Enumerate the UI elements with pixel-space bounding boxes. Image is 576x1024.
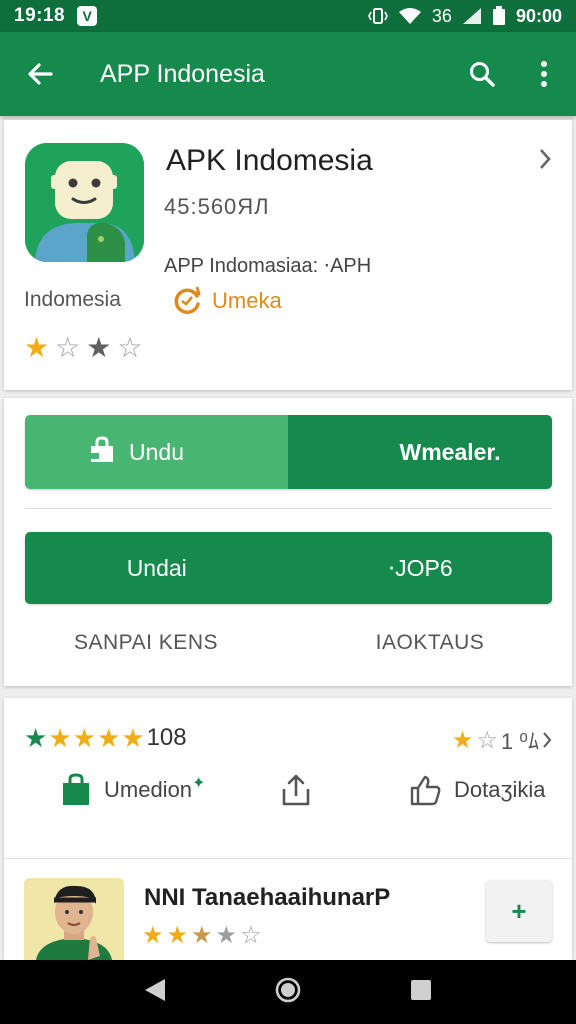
details-chevron[interactable] [538, 148, 552, 175]
sparkle-icon: ✦ [192, 775, 206, 792]
star-filled-icon: ★ [72, 723, 96, 753]
update-button[interactable]: Undai [25, 532, 289, 604]
star-filled-icon: ★ [451, 726, 474, 754]
app-info-card: APK Indomesia 45:560ЯЛ APP Indomasiaa: ⋅… [4, 120, 572, 390]
reviewer-name: NNI TanaehaaihunarP [144, 884, 391, 911]
rating-summary-stars: ★ ★ ★ ★ ★ [24, 725, 145, 751]
star-gray-icon: ★ [215, 922, 238, 949]
open-button[interactable]: ⋅JOP6 [289, 532, 553, 604]
star-empty-icon: ☆ [240, 922, 262, 949]
open-button-label: ⋅JOP6 [387, 554, 453, 581]
app-rating-stars: ★ ☆ ★ ☆ [24, 334, 142, 362]
rating-summary: ★ ★ ★ ★ ★ 108 [24, 724, 187, 752]
rating-right-summary[interactable]: ★ ☆ 1 ⁰ﾑ [452, 724, 552, 756]
search-button[interactable] [464, 56, 500, 92]
nav-home-button[interactable] [274, 976, 302, 1009]
arrow-back-icon [28, 63, 53, 85]
star-green-icon: ★ [24, 723, 48, 753]
developer-name: Umeka [212, 288, 282, 313]
star-filled-icon: ★ [166, 922, 189, 949]
tab-left[interactable]: SANPAI KENS [4, 631, 288, 655]
star-empty-icon: ☆ [476, 726, 498, 754]
star-empty-icon: ☆ [55, 332, 81, 363]
status-icons: 36 90:00 [368, 6, 562, 27]
divider [25, 508, 552, 509]
share-action[interactable] [280, 773, 312, 807]
rating-right-label: 1 ⁰ﾑ [500, 729, 539, 754]
app-version-code: 45:560ЯЛ [164, 194, 270, 219]
secondary-primary-label: Wmealer. [399, 438, 501, 465]
star-filled-icon: ★ [48, 723, 72, 753]
shopping-bag-icon [91, 436, 113, 462]
nav-back-button[interactable] [143, 977, 167, 1008]
status-bar: 19:18 V 36 90:00 [0, 0, 576, 32]
app-bar: APP Indonesia [0, 32, 576, 116]
chevron-right-icon [540, 149, 551, 169]
app-name: APK Indomesia [166, 144, 373, 177]
nav-recents-icon [410, 979, 431, 1000]
star-filled-icon: ★ [24, 332, 50, 363]
nav-back-icon [145, 978, 166, 1001]
refresh-developer-icon [174, 286, 201, 314]
notification-icon: V [77, 6, 98, 26]
secondary-primary-button[interactable]: Wmealer. [288, 415, 552, 489]
primary-button-group: Undu Wmealer. [25, 415, 552, 489]
secondary-button-bar: Undai ⋅JOP6 [25, 532, 552, 604]
nav-home-icon [275, 977, 301, 1002]
app-logo-icon [25, 143, 144, 262]
battery-icon [492, 6, 505, 25]
system-nav-bar [0, 960, 576, 1024]
star-filled-icon: ★ [142, 922, 164, 949]
install-button[interactable]: Undu [25, 415, 288, 489]
status-time: 19:18 [14, 5, 66, 26]
clock-text: 90:00 [515, 5, 562, 26]
review-rating-stars: ★ ★ ★ ★ ☆ [142, 924, 262, 948]
vibrate-icon [368, 8, 388, 24]
recommend-label: Dotaʒikia [454, 777, 546, 802]
more-vert-icon [541, 61, 547, 87]
app-icon [25, 143, 144, 262]
app-bar-title: APP Indonesia [100, 59, 265, 88]
recommend-action[interactable]: Dotaʒikia [408, 773, 545, 807]
developer-link[interactable]: Umeka [170, 284, 282, 318]
reviewer-avatar-image [24, 878, 124, 960]
rating-count: 108 [146, 724, 187, 751]
actions-card: Undu Wmealer. Undai ⋅JOP6 SANPAI KENS IA… [4, 398, 572, 686]
star-filled-icon: ★ [121, 723, 145, 753]
divider [4, 858, 572, 859]
chevron-right-icon [543, 732, 552, 748]
reviewer-avatar [24, 878, 124, 960]
update-button-label: Undai [126, 554, 187, 581]
wifi-icon [398, 8, 421, 24]
wishlist-action[interactable]: Umedion ✦ [60, 773, 205, 807]
tab-right[interactable]: IAOKTAUS [288, 631, 572, 655]
overflow-menu-button[interactable] [526, 56, 562, 92]
star-empty-icon: ☆ [117, 332, 143, 363]
app-subtitle: APP Indomasiaa: ⋅APH [164, 255, 372, 277]
plus-icon: + [511, 895, 527, 926]
shopping-bag-icon [63, 773, 89, 805]
back-button[interactable] [22, 56, 58, 92]
install-button-label: Undu [129, 438, 184, 465]
nav-recents-button[interactable] [409, 978, 433, 1007]
section-tabs: SANPAI KENS IAOKTAUS [4, 631, 572, 655]
star-tan-icon: ★ [191, 922, 213, 949]
app-category[interactable]: Indomesia [24, 288, 121, 312]
thumbs-up-icon [410, 775, 441, 806]
share-icon [282, 774, 310, 806]
star-dark-icon: ★ [86, 332, 112, 363]
search-icon [470, 62, 495, 87]
review-add-button[interactable]: + [486, 880, 552, 942]
star-filled-icon: ★ [96, 723, 121, 753]
network-type: 36 [431, 5, 452, 26]
wishlist-label: Umedion [104, 777, 193, 802]
ratings-card: ★ ★ ★ ★ ★ 108 ★ ☆ 1 ⁰ﾑ Umedion ✦ Dotaʒik… [4, 698, 572, 960]
signal-icon [462, 8, 481, 24]
